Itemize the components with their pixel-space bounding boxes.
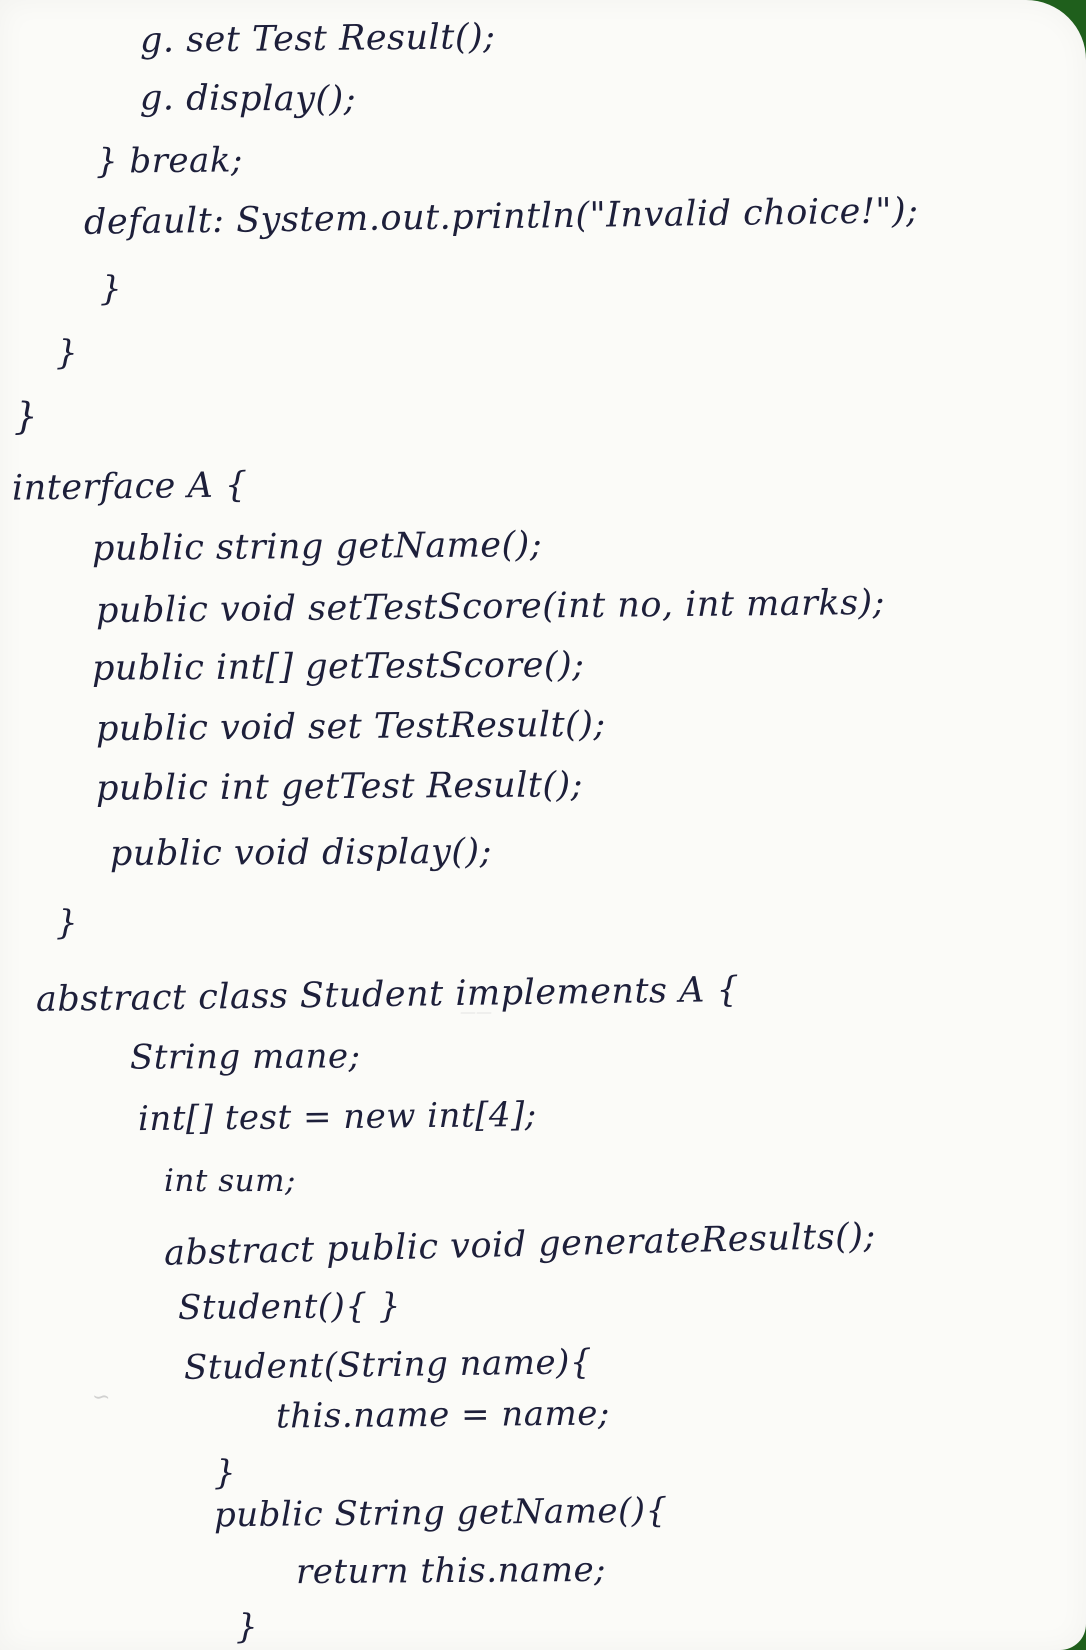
pencil-mark: ∽ <box>92 1385 111 1410</box>
code-line-12: public void set TestResult(); <box>95 704 606 750</box>
code-line-2: g. display(); <box>139 78 357 120</box>
code-line-21: Student(){ } <box>177 1286 402 1328</box>
code-line-3: } break; <box>95 140 244 182</box>
code-line-10: public void setTestScore(int no, int mar… <box>95 582 886 632</box>
code-line-17: String mane; <box>129 1036 361 1078</box>
code-line-13: public int getTest Result(); <box>95 765 584 809</box>
notebook-page: —— ∽ g. set Test Result(); g. display();… <box>0 0 1086 1650</box>
code-line-11: public int[] getTestScore(); <box>91 645 585 689</box>
code-line-18: int[] test = new int[4]; <box>137 1094 537 1140</box>
code-line-19: int sum; <box>164 1163 296 1199</box>
code-line-9: public string getName(); <box>91 525 543 569</box>
code-line-22: Student(String name){ <box>183 1342 593 1388</box>
code-line-26: return this.name; <box>295 1549 607 1593</box>
code-line-5: } <box>100 269 123 309</box>
code-line-20: abstract public void generateResults(); <box>163 1216 877 1274</box>
code-line-23: this.name = name; <box>275 1393 610 1437</box>
code-line-14: public void display(); <box>109 832 493 874</box>
code-line-8: interface A { <box>11 465 248 509</box>
code-line-16: abstract class Student implements A { <box>35 970 740 1020</box>
code-line-1: g. set Test Result(); <box>139 17 496 61</box>
code-line-6: } <box>56 333 79 373</box>
code-line-7: } <box>14 395 39 438</box>
code-line-15: } <box>56 903 79 943</box>
code-line-25: public String getName(){ <box>213 1490 668 1536</box>
code-line-4: default: System.out.println("Invalid cho… <box>83 191 919 243</box>
code-line-27: } <box>236 1607 259 1647</box>
code-line-24: } <box>214 1453 237 1493</box>
